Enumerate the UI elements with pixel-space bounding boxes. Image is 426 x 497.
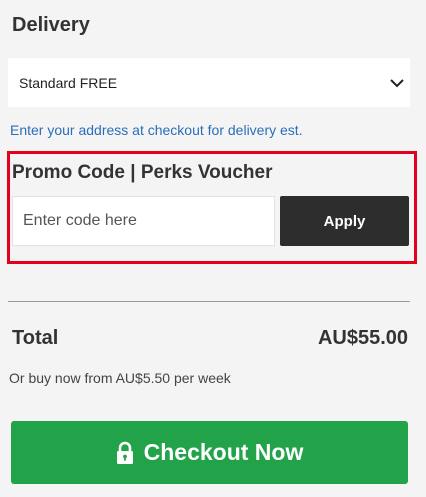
checkout-label: Checkout Now — [143, 439, 304, 465]
delivery-estimate-note: Enter your address at checkout for deliv… — [10, 122, 303, 138]
lock-icon — [116, 441, 133, 464]
total-amount: AU$55.00 — [317, 327, 408, 349]
promo-code-section: Promo Code | Perks Voucher Apply — [7, 151, 417, 264]
delivery-option-select[interactable]: Standard FREE — [8, 58, 410, 107]
delivery-title: Delivery — [12, 14, 90, 36]
chevron-down-icon — [390, 78, 404, 87]
promo-code-input[interactable] — [12, 196, 275, 246]
total-label: Total — [12, 327, 59, 349]
divider — [8, 301, 410, 302]
delivery-selected-value: Standard FREE — [19, 74, 118, 91]
checkout-now-button[interactable]: Checkout Now — [11, 421, 408, 484]
apply-button[interactable]: Apply — [280, 196, 409, 246]
promo-code-title: Promo Code | Perks Voucher — [12, 162, 273, 183]
installment-text: Or buy now from AU$5.50 per week — [9, 370, 231, 386]
